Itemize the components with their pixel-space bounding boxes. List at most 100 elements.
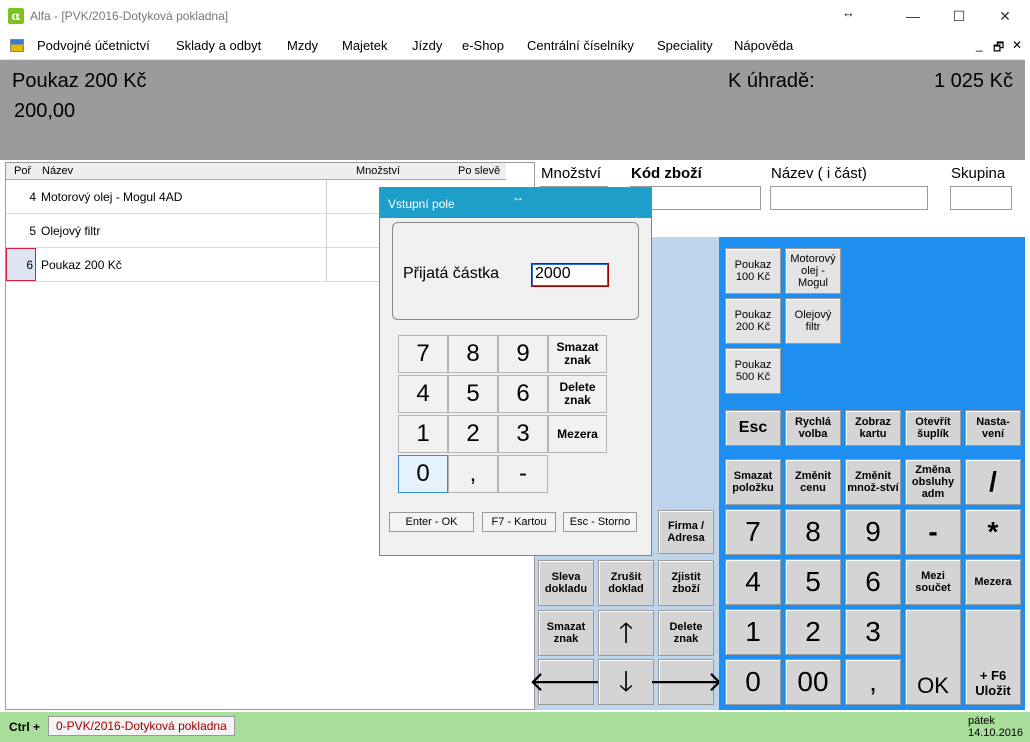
- dialog-key-7[interactable]: 7: [398, 335, 448, 373]
- quick-select-button[interactable]: Rychlá volba: [785, 410, 841, 446]
- divide-key[interactable]: /: [965, 459, 1021, 505]
- multiply-key[interactable]: *: [965, 509, 1021, 555]
- key-1[interactable]: 1: [725, 609, 781, 655]
- row-no: 6: [6, 248, 36, 281]
- show-card-button[interactable]: Zobraz kartu: [845, 410, 901, 446]
- column-header-discounted[interactable]: Po slevě: [458, 165, 500, 177]
- close-button[interactable]: ✕: [982, 4, 1028, 28]
- menu-mzdy[interactable]: Mzdy: [287, 38, 318, 53]
- arrow-left-button[interactable]: 🡐: [528, 659, 604, 705]
- cancel-document-button[interactable]: Zrušit doklad: [598, 560, 654, 606]
- key-5[interactable]: 5: [785, 559, 841, 605]
- space-button[interactable]: Mezera: [965, 559, 1021, 605]
- change-quantity-button[interactable]: Změnit množ-ství: [845, 459, 901, 505]
- name-search-input[interactable]: [770, 186, 928, 210]
- subtotal-button[interactable]: Mezi součet: [905, 559, 961, 605]
- input-dialog: Vstupní pole ↔ Přijatá částka 2000 7 8 9…: [379, 187, 652, 556]
- dialog-minus-key[interactable]: -: [498, 455, 548, 493]
- key-8[interactable]: 8: [785, 509, 841, 555]
- product-poukaz-500[interactable]: Poukaz 500 Kč: [725, 348, 781, 394]
- esc-cancel-button[interactable]: Esc - Storno: [563, 512, 637, 532]
- document-icon[interactable]: [10, 39, 24, 52]
- dialog-key-6[interactable]: 6: [498, 375, 548, 413]
- company-address-button[interactable]: Firma / Adresa: [658, 510, 714, 554]
- dialog-key-5[interactable]: 5: [448, 375, 498, 413]
- resize-icon: ↔: [512, 190, 524, 204]
- delete-item-button[interactable]: Smazat položku: [725, 459, 781, 505]
- enter-ok-button[interactable]: Enter - OK: [389, 512, 474, 532]
- f7-card-button[interactable]: F7 - Kartou: [482, 512, 556, 532]
- esc-button[interactable]: Esc: [725, 410, 781, 446]
- child-close-button[interactable]: ✕: [1012, 38, 1022, 52]
- resize-icon: ↔: [842, 5, 855, 20]
- dialog-delete-char-button[interactable]: Smazat znak: [548, 335, 607, 373]
- column-separator: [326, 180, 327, 214]
- menu-jizdy[interactable]: Jízdy: [412, 38, 442, 53]
- key-4[interactable]: 4: [725, 559, 781, 605]
- delete-key-button[interactable]: Delete znak: [658, 610, 714, 656]
- menu-napoveda[interactable]: Nápověda: [734, 38, 793, 53]
- dialog-key-4[interactable]: 4: [398, 375, 448, 413]
- column-header-name[interactable]: Název: [42, 165, 73, 177]
- ctrl-label: Ctrl +: [9, 720, 41, 734]
- key-3[interactable]: 3: [845, 609, 901, 655]
- change-price-button[interactable]: Změnit cenu: [785, 459, 841, 505]
- dialog-space-button[interactable]: Mezera: [548, 415, 607, 453]
- amount-group: Přijatá částka 2000: [392, 222, 639, 320]
- menu-speciality[interactable]: Speciality: [657, 38, 713, 53]
- product-motorovy-olej[interactable]: Motorový olej - Mogul: [785, 248, 841, 294]
- menu-centralni-ciselniky[interactable]: Centrální číselníky: [527, 38, 634, 53]
- arrow-down-button[interactable]: 🡓: [598, 659, 654, 705]
- change-staff-button[interactable]: Změna obsluhy adm: [905, 459, 961, 505]
- menu-eshop[interactable]: e-Shop: [462, 38, 504, 53]
- child-minimize-button[interactable]: _: [976, 38, 983, 52]
- menu-majetek[interactable]: Majetek: [342, 38, 388, 53]
- column-separator: [326, 248, 327, 282]
- dialog-key-8[interactable]: 8: [448, 335, 498, 373]
- key-0[interactable]: 0: [725, 659, 781, 705]
- column-header-qty[interactable]: Množství: [356, 165, 400, 177]
- column-separator: [326, 214, 327, 248]
- display-header: Poukaz 200 Kč 200,00 K úhradě: 1 025 Kč: [0, 60, 1025, 160]
- key-7[interactable]: 7: [725, 509, 781, 555]
- app-logo-icon: α: [8, 8, 24, 24]
- delete-char-button[interactable]: Smazat znak: [538, 610, 594, 656]
- maximize-button[interactable]: ☐: [936, 4, 982, 28]
- dialog-key-3[interactable]: 3: [498, 415, 548, 453]
- group-input[interactable]: [950, 186, 1012, 210]
- product-poukaz-200[interactable]: Poukaz 200 Kč: [725, 298, 781, 344]
- amount-input[interactable]: 2000: [531, 263, 609, 287]
- open-drawer-button[interactable]: Otevřít šuplík: [905, 410, 961, 446]
- save-f6-button[interactable]: + F6 Uložit: [965, 609, 1021, 705]
- column-header-no[interactable]: Poř: [14, 165, 31, 177]
- document-tab[interactable]: 0-PVK/2016-Dotyková pokladna: [48, 716, 235, 736]
- key-9[interactable]: 9: [845, 509, 901, 555]
- group-label: Skupina: [951, 165, 1006, 182]
- settings-button[interactable]: Nasta-vení: [965, 410, 1021, 446]
- dialog-key-0[interactable]: 0: [398, 455, 448, 493]
- row-no: 4: [29, 190, 36, 204]
- dialog-delete-key-button[interactable]: Delete znak: [548, 375, 607, 413]
- dialog-key-1[interactable]: 1: [398, 415, 448, 453]
- minimize-button[interactable]: —: [890, 4, 936, 28]
- key-6[interactable]: 6: [845, 559, 901, 605]
- arrow-up-button[interactable]: 🡑: [598, 610, 654, 656]
- comma-key[interactable]: ,: [845, 659, 901, 705]
- row-no: 5: [29, 224, 36, 238]
- dialog-key-9[interactable]: 9: [498, 335, 548, 373]
- find-item-button[interactable]: Zjistit zboží: [658, 560, 714, 606]
- row-name: Poukaz 200 Kč: [41, 258, 122, 272]
- arrow-right-button[interactable]: 🡒: [648, 659, 724, 705]
- dialog-key-2[interactable]: 2: [448, 415, 498, 453]
- ok-button[interactable]: OK: [905, 609, 961, 705]
- discount-button[interactable]: Sleva dokladu: [538, 560, 594, 606]
- product-olejovy-filtr[interactable]: Olejový filtr: [785, 298, 841, 344]
- key-2[interactable]: 2: [785, 609, 841, 655]
- menu-sklady-a-odbyt[interactable]: Sklady a odbyt: [176, 38, 261, 53]
- dialog-comma-key[interactable]: ,: [448, 455, 498, 493]
- key-00[interactable]: 00: [785, 659, 841, 705]
- minus-key[interactable]: -: [905, 509, 961, 555]
- product-poukaz-100[interactable]: Poukaz 100 Kč: [725, 248, 781, 294]
- menu-podvojne-ucetnictvi[interactable]: Podvojné účetnictví: [37, 38, 150, 53]
- child-restore-button[interactable]: 🗗: [993, 38, 1004, 59]
